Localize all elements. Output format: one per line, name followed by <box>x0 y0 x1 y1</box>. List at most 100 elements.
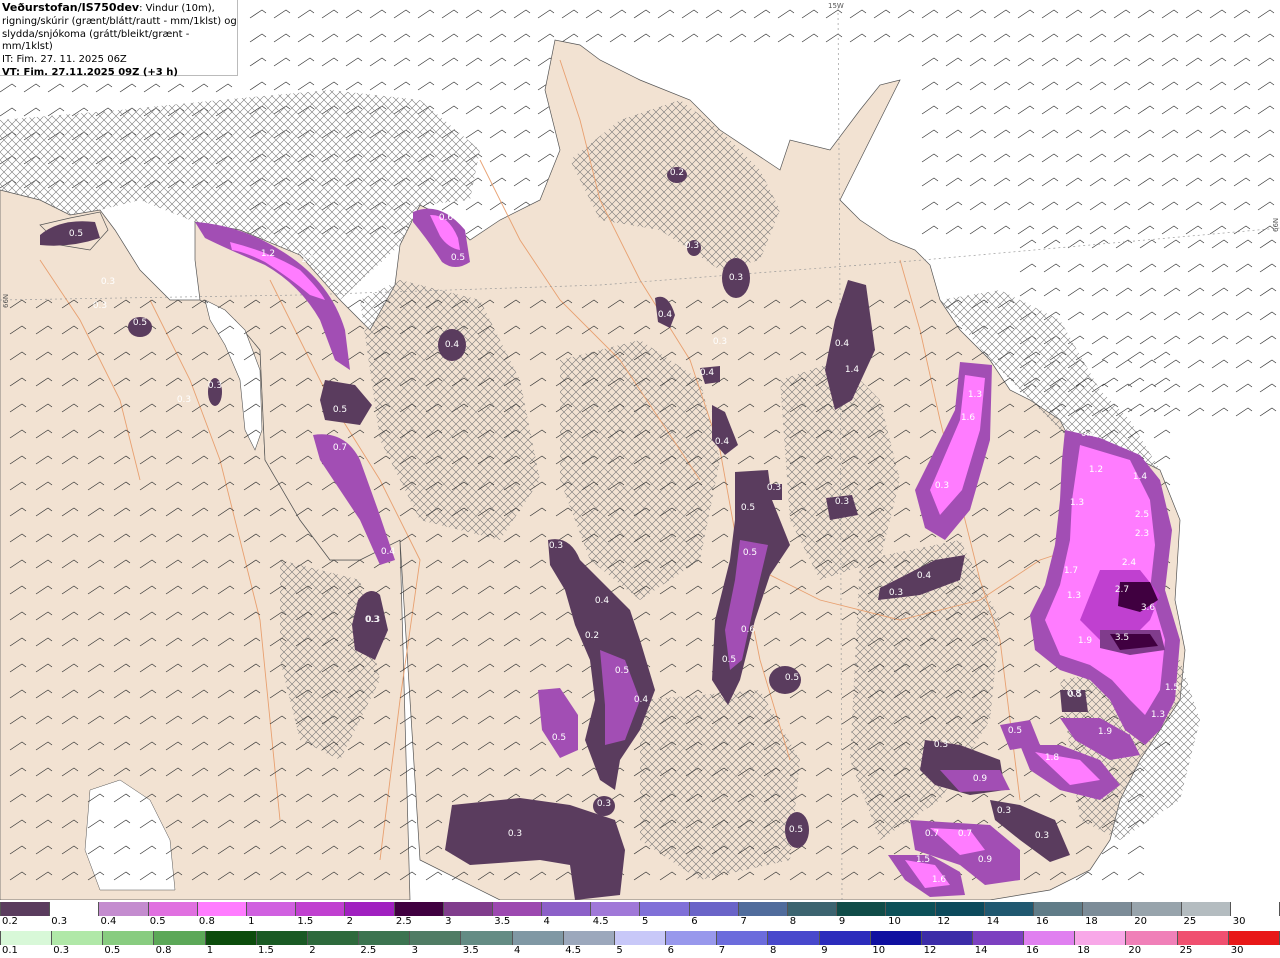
scale-tick-label: 0.3 <box>53 945 70 956</box>
scale-tick-label: 9 <box>838 916 846 927</box>
precip-value-label: 0.4 <box>835 339 850 349</box>
precip-value-label: 1.3 <box>968 390 982 400</box>
scale-tick-label: 18 <box>1077 945 1090 956</box>
scale-swatch <box>50 902 100 916</box>
scale-swatch <box>837 902 887 916</box>
scale-swatch <box>1083 902 1133 916</box>
precip-value-label: 1.5 <box>916 855 930 865</box>
scale-swatch <box>870 931 922 945</box>
scale-swatch <box>443 902 493 916</box>
scale-tick-label: 10 <box>872 945 886 956</box>
precip-value-label: 0.3 <box>685 241 699 251</box>
precip-value-label: 0.3 <box>549 541 563 551</box>
scale-tick-label: 16 <box>1035 916 1049 927</box>
scale-tick-label: 7 <box>718 945 726 956</box>
scale-swatch <box>256 931 308 945</box>
scale-tick-label: 7 <box>740 916 747 927</box>
scale-swatch <box>103 931 155 945</box>
precip-value-label: 0.9 <box>978 855 993 865</box>
scale-tick-label: 2 <box>309 945 316 956</box>
scale-swatch <box>689 902 739 916</box>
scale-tick-label: 16 <box>1026 945 1039 956</box>
scale-tick-label: 20 <box>1134 916 1148 927</box>
precip-value-label: 1.4 <box>1133 472 1148 482</box>
precip-value-label: 0.3 <box>767 483 781 493</box>
precip-value-label: 1.8 <box>1045 753 1060 763</box>
scale-swatch <box>99 902 149 916</box>
scale-tick-label: 25 <box>1183 916 1197 927</box>
precip-value-label: 1.5 <box>301 255 315 265</box>
brand-title: Veðurstofan/IS750dev <box>2 1 140 14</box>
scale-tick-label: 18 <box>1085 916 1098 927</box>
precip-value-label: 0.3 <box>889 588 903 598</box>
scale-swatch <box>921 931 973 945</box>
precip-value-label: 1.2 <box>1089 465 1103 475</box>
scale-swatch <box>1126 931 1178 945</box>
scale-tick-label: 0.5 <box>104 945 121 956</box>
precip-value-label: 1.3 <box>1070 498 1084 508</box>
precip-value-label: 0.5 <box>133 318 147 328</box>
precip-value-label: 0.4 <box>715 437 730 447</box>
precip-value-label: 0.7 <box>925 829 939 839</box>
scale-tick-label: 3.5 <box>462 945 479 956</box>
precip-value-label: 1.9 <box>1078 636 1093 646</box>
precip-value-label: 0.4 <box>595 596 610 606</box>
scale-tick-label: 2.5 <box>360 945 377 956</box>
precip-value-label: 2.3 <box>1135 529 1149 539</box>
scale-tick-label: 20 <box>1128 945 1142 956</box>
scale-tick-label: 6 <box>691 916 698 927</box>
scale-tick-label: 0.8 <box>198 916 215 927</box>
scale-tick-label: 6 <box>667 945 674 956</box>
valid-time: VT: Fim. 27.11.2025 09Z (+3 h) <box>2 66 178 78</box>
scale-swatch <box>591 902 641 916</box>
scale-swatch <box>148 902 198 916</box>
scale-tick-label: 1 <box>248 916 255 927</box>
scale-swatch <box>717 931 769 945</box>
header-desc-1: : Vindur (10m), <box>139 3 215 14</box>
scale-tick-label: 1.5 <box>297 916 314 927</box>
precip-value-label: 0.3 <box>935 481 949 491</box>
precip-value-label: 0.5 <box>722 655 736 665</box>
scale-swatch <box>563 931 615 945</box>
precip-value-label: 1.2 <box>261 249 275 259</box>
scale-tick-label: 0.8 <box>155 945 172 956</box>
precip-value-label: 2.5 <box>1135 510 1149 520</box>
scale-swatch <box>1181 902 1231 916</box>
scale-tick-label: 3 <box>411 945 418 956</box>
scale-tick-label: 8 <box>789 916 797 927</box>
scale-tick-label: 3.5 <box>494 916 511 927</box>
scale-swatch <box>246 902 297 916</box>
scale-tick-label: 4 <box>543 916 550 927</box>
scale-swatch <box>1228 931 1280 945</box>
scale-swatch <box>307 931 360 945</box>
scale-tick-label: 8 <box>770 945 777 956</box>
header-line-1: Veðurstofan/IS750dev: Vindur (10m), <box>2 1 237 16</box>
color-scale-snow: 0.2 0.3 0.4 0.5 0.8 1 1.5 2 2.5 3 3.5 4 4.5 5 6 7 8 9 10 12… <box>0 900 1280 929</box>
scale-labels: 0.1 0.3 0.5 0.8 1 1.5 2 2.5 3 3.5 4 4.5 5 6 7 8 9 10 12 14 1… <box>0 945 1280 958</box>
scale-swatch <box>935 902 985 916</box>
precip-value-label: 1.3 <box>1151 710 1165 720</box>
precip-value-label: 0.3 <box>101 277 115 287</box>
precip-value-label: 0.5 <box>615 666 629 676</box>
weather-map: 15W 66N 66N 0.50.31.21.50.60.50.30.50.30… <box>0 0 1280 900</box>
scale-swatch <box>738 902 788 916</box>
header-desc-3: slydda/snjókoma (grátt/bleikt/grænt - mm… <box>2 28 190 53</box>
header-desc-2: rigning/skúrir (grænt/blátt/rautt - mm/1… <box>2 15 237 27</box>
precip-value-label: 0.2 <box>585 631 599 641</box>
precip-value-label: 0.3 <box>934 740 948 750</box>
scale-swatch <box>512 931 564 945</box>
scale-tick-label: 12 <box>937 916 951 927</box>
precip-value-label: 0.5 <box>1008 726 1022 736</box>
precip-value-label: 2.4 <box>1122 558 1137 568</box>
precip-value-label: 0.5 <box>789 825 803 835</box>
precip-value-label: 1.4 <box>845 365 860 375</box>
scale-swatch <box>819 931 871 945</box>
precip-value-label: 0.3 <box>597 799 611 809</box>
scale-swatch <box>640 902 690 916</box>
precip-value-label: 1.9 <box>1098 727 1113 737</box>
precip-value-label: 0.6 <box>439 213 454 223</box>
scale-swatch <box>614 931 667 945</box>
scale-tick-label: 30 <box>1230 945 1244 956</box>
scale-swatch <box>1132 902 1182 916</box>
scale-swatch <box>1230 902 1280 916</box>
